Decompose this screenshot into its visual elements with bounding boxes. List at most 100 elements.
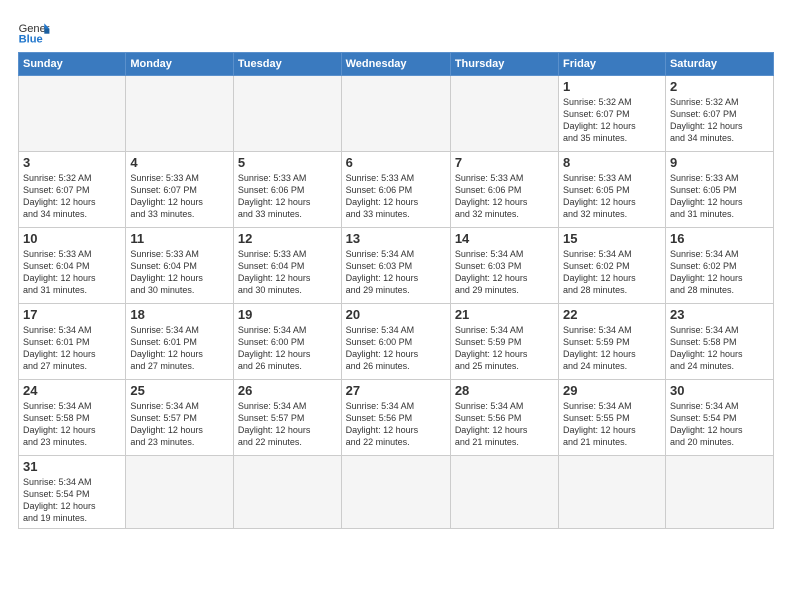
day-number: 4 — [130, 155, 229, 170]
day-info: Sunrise: 5:34 AM Sunset: 6:00 PM Dayligh… — [346, 324, 446, 373]
calendar-cell: 27 Sunrise: 5:34 AM Sunset: 5:56 PM Dayli… — [341, 380, 450, 456]
header-thursday: Thursday — [450, 53, 558, 76]
calendar-cell: 28 Sunrise: 5:34 AM Sunset: 5:56 PM Dayli… — [450, 380, 558, 456]
calendar-cell: 11Sunrise: 5:33 AM Sunset: 6:04 PM Dayli… — [126, 228, 234, 304]
calendar-cell: 18Sunrise: 5:34 AM Sunset: 6:01 PM Dayli… — [126, 304, 234, 380]
calendar-cell: 15 Sunrise: 5:34 AM Sunset: 6:02 PM Dayli… — [559, 228, 666, 304]
calendar-cell — [665, 456, 773, 529]
day-info: Sunrise: 5:33 AM Sunset: 6:04 PM Dayligh… — [238, 248, 337, 297]
day-number: 8 — [563, 155, 661, 170]
day-info: Sunrise: 5:33 AM Sunset: 6:06 PM Dayligh… — [238, 172, 337, 221]
day-info: Sunrise: 5:34 AM Sunset: 5:59 PM Dayligh… — [563, 324, 661, 373]
day-info: Sunrise: 5:34 AM Sunset: 6:02 PM Dayligh… — [563, 248, 661, 297]
day-number: 21 — [455, 307, 554, 322]
logo: General Blue — [18, 20, 50, 44]
header-monday: Monday — [126, 53, 234, 76]
calendar-cell: 16Sunrise: 5:34 AM Sunset: 6:02 PM Dayli… — [665, 228, 773, 304]
day-info: Sunrise: 5:34 AM Sunset: 5:57 PM Dayligh… — [238, 400, 337, 449]
day-info: Sunrise: 5:34 AM Sunset: 6:00 PM Dayligh… — [238, 324, 337, 373]
day-number: 17 — [23, 307, 121, 322]
day-info: Sunrise: 5:33 AM Sunset: 6:04 PM Dayligh… — [23, 248, 121, 297]
calendar-cell: 25 Sunrise: 5:34 AM Sunset: 5:57 PM Dayli… — [126, 380, 234, 456]
day-info: Sunrise: 5:34 AM Sunset: 5:54 PM Dayligh… — [23, 476, 121, 525]
calendar-cell: 8Sunrise: 5:33 AM Sunset: 6:05 PM Daylig… — [559, 152, 666, 228]
calendar-cell: 22Sunrise: 5:34 AM Sunset: 5:59 PM Dayli… — [559, 304, 666, 380]
calendar-cell — [450, 456, 558, 529]
calendar-cell — [450, 76, 558, 152]
day-number: 25 — [130, 383, 229, 398]
day-number: 26 — [238, 383, 337, 398]
calendar-cell: 29 Sunrise: 5:34 AM Sunset: 5:55 PM Dayli… — [559, 380, 666, 456]
calendar-cell: 2 Sunrise: 5:32 AM Sunset: 6:07 PM Daylig… — [665, 76, 773, 152]
calendar-cell: 17 Sunrise: 5:34 AM Sunset: 6:01 PM Dayli… — [19, 304, 126, 380]
day-info: Sunrise: 5:33 AM Sunset: 6:05 PM Dayligh… — [670, 172, 769, 221]
calendar-cell: 14Sunrise: 5:34 AM Sunset: 6:03 PM Dayli… — [450, 228, 558, 304]
day-number: 24 — [23, 383, 121, 398]
calendar-cell: 6 Sunrise: 5:33 AM Sunset: 6:06 PM Daylig… — [341, 152, 450, 228]
day-number: 14 — [455, 231, 554, 246]
calendar-cell: 10 Sunrise: 5:33 AM Sunset: 6:04 PM Dayli… — [19, 228, 126, 304]
day-info: Sunrise: 5:33 AM Sunset: 6:06 PM Dayligh… — [455, 172, 554, 221]
day-number: 1 — [563, 79, 661, 94]
calendar-cell: 24 Sunrise: 5:34 AM Sunset: 5:58 PM Dayli… — [19, 380, 126, 456]
calendar-cell — [341, 456, 450, 529]
day-info: Sunrise: 5:34 AM Sunset: 5:57 PM Dayligh… — [130, 400, 229, 449]
header-friday: Friday — [559, 53, 666, 76]
day-number: 3 — [23, 155, 121, 170]
calendar-cell — [233, 456, 341, 529]
day-info: Sunrise: 5:34 AM Sunset: 6:01 PM Dayligh… — [23, 324, 121, 373]
day-number: 28 — [455, 383, 554, 398]
day-number: 19 — [238, 307, 337, 322]
day-info: Sunrise: 5:32 AM Sunset: 6:07 PM Dayligh… — [563, 96, 661, 145]
calendar-cell: 31 Sunrise: 5:34 AM Sunset: 5:54 PM Dayli… — [19, 456, 126, 529]
day-info: Sunrise: 5:34 AM Sunset: 6:01 PM Dayligh… — [130, 324, 229, 373]
day-number: 10 — [23, 231, 121, 246]
day-info: Sunrise: 5:34 AM Sunset: 5:54 PM Dayligh… — [670, 400, 769, 449]
day-info: Sunrise: 5:34 AM Sunset: 5:59 PM Dayligh… — [455, 324, 554, 373]
calendar-cell — [19, 76, 126, 152]
calendar-cell — [233, 76, 341, 152]
day-info: Sunrise: 5:34 AM Sunset: 5:58 PM Dayligh… — [670, 324, 769, 373]
header-saturday: Saturday — [665, 53, 773, 76]
day-number: 7 — [455, 155, 554, 170]
calendar-table: Sunday Monday Tuesday Wednesday Thursday… — [18, 52, 774, 529]
day-number: 15 — [563, 231, 661, 246]
page-header: General Blue — [18, 16, 774, 44]
day-info: Sunrise: 5:33 AM Sunset: 6:07 PM Dayligh… — [130, 172, 229, 221]
day-info: Sunrise: 5:33 AM Sunset: 6:06 PM Dayligh… — [346, 172, 446, 221]
header-sunday: Sunday — [19, 53, 126, 76]
calendar-cell: 20 Sunrise: 5:34 AM Sunset: 6:00 PM Dayli… — [341, 304, 450, 380]
day-info: Sunrise: 5:32 AM Sunset: 6:07 PM Dayligh… — [23, 172, 121, 221]
calendar-cell — [126, 76, 234, 152]
calendar-cell: 19 Sunrise: 5:34 AM Sunset: 6:00 PM Dayli… — [233, 304, 341, 380]
day-number: 13 — [346, 231, 446, 246]
day-info: Sunrise: 5:34 AM Sunset: 5:56 PM Dayligh… — [455, 400, 554, 449]
day-info: Sunrise: 5:34 AM Sunset: 5:58 PM Dayligh… — [23, 400, 121, 449]
calendar-cell — [126, 456, 234, 529]
day-info: Sunrise: 5:32 AM Sunset: 6:07 PM Dayligh… — [670, 96, 769, 145]
day-number: 9 — [670, 155, 769, 170]
day-number: 6 — [346, 155, 446, 170]
calendar-cell — [341, 76, 450, 152]
calendar-cell: 21 Sunrise: 5:34 AM Sunset: 5:59 PM Dayli… — [450, 304, 558, 380]
day-number: 31 — [23, 459, 121, 474]
calendar-cell: 1 Sunrise: 5:32 AM Sunset: 6:07 PM Daylig… — [559, 76, 666, 152]
day-number: 11 — [130, 231, 229, 246]
day-info: Sunrise: 5:34 AM Sunset: 5:55 PM Dayligh… — [563, 400, 661, 449]
day-number: 2 — [670, 79, 769, 94]
day-number: 20 — [346, 307, 446, 322]
day-number: 5 — [238, 155, 337, 170]
weekday-header-row: Sunday Monday Tuesday Wednesday Thursday… — [19, 53, 774, 76]
day-info: Sunrise: 5:34 AM Sunset: 5:56 PM Dayligh… — [346, 400, 446, 449]
day-info: Sunrise: 5:34 AM Sunset: 6:02 PM Dayligh… — [670, 248, 769, 297]
calendar-cell: 30 Sunrise: 5:34 AM Sunset: 5:54 PM Dayli… — [665, 380, 773, 456]
svg-text:Blue: Blue — [19, 33, 43, 44]
day-number: 27 — [346, 383, 446, 398]
generalblue-logo-icon: General Blue — [18, 20, 50, 44]
calendar-cell: 13 Sunrise: 5:34 AM Sunset: 6:03 PM Dayli… — [341, 228, 450, 304]
day-info: Sunrise: 5:34 AM Sunset: 6:03 PM Dayligh… — [346, 248, 446, 297]
day-number: 30 — [670, 383, 769, 398]
day-number: 12 — [238, 231, 337, 246]
calendar-cell: 26 Sunrise: 5:34 AM Sunset: 5:57 PM Dayli… — [233, 380, 341, 456]
day-number: 29 — [563, 383, 661, 398]
